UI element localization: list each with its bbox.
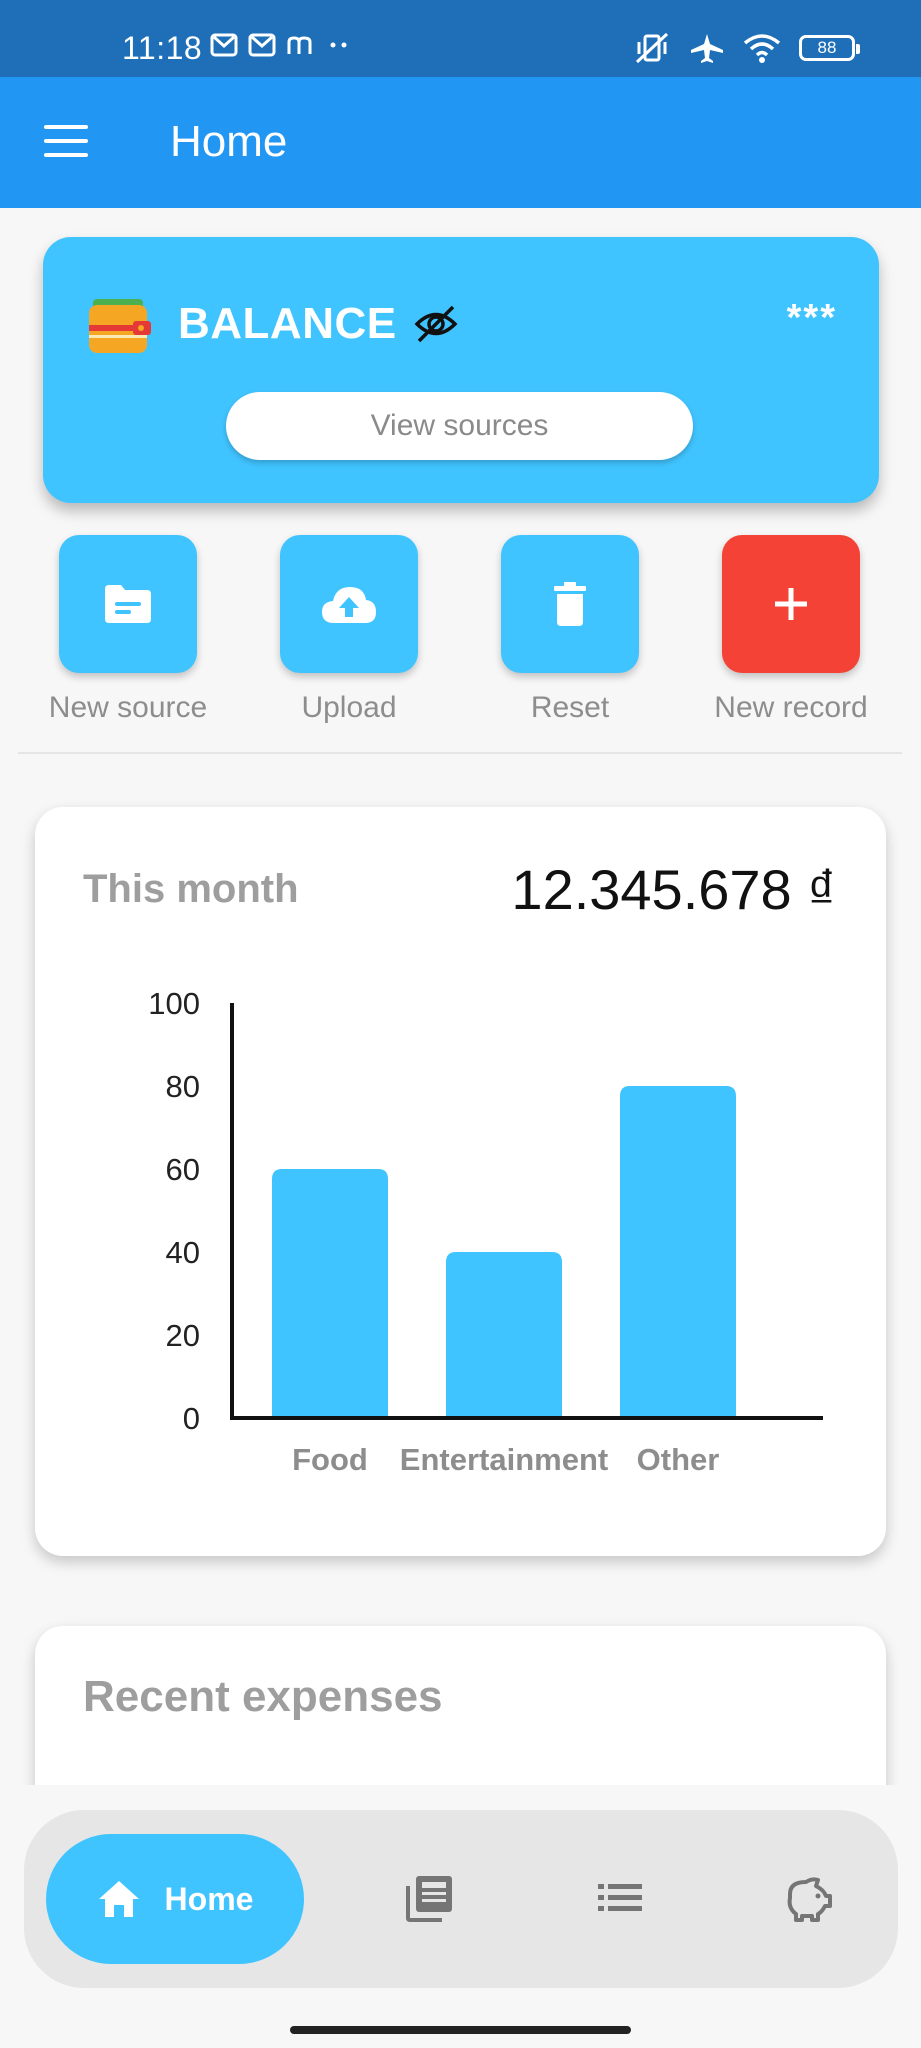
upload-label: Upload bbox=[301, 691, 397, 724]
status-right-icons: 88 bbox=[633, 32, 860, 64]
x-tick-label: Food bbox=[292, 1442, 368, 1477]
y-tick-label: 100 bbox=[148, 986, 200, 1021]
wifi-icon bbox=[743, 34, 781, 63]
trash-icon bbox=[554, 582, 586, 626]
new-record-label: New record bbox=[714, 691, 868, 724]
new-record-button[interactable]: New record bbox=[681, 535, 901, 725]
wallet-icon bbox=[89, 299, 151, 353]
status-bar: 11:18 88 bbox=[0, 0, 921, 77]
cloud-upload-icon bbox=[322, 587, 376, 623]
new-record-icon-button[interactable] bbox=[722, 535, 860, 673]
battery-icon: 88 bbox=[799, 35, 860, 61]
gesture-bar bbox=[290, 2026, 631, 2034]
new-source-button[interactable]: New source bbox=[18, 535, 238, 725]
nav-home[interactable]: Home bbox=[46, 1834, 304, 1964]
vibrate-off-icon bbox=[635, 32, 669, 64]
gmail-icon bbox=[248, 33, 276, 57]
y-tick-label: 40 bbox=[166, 1235, 200, 1270]
page-title: Home bbox=[170, 117, 288, 166]
list-icon[interactable] bbox=[594, 1872, 646, 1924]
reset-icon-button[interactable] bbox=[501, 535, 639, 673]
y-tick-label: 60 bbox=[166, 1152, 200, 1187]
reset-label: Reset bbox=[530, 691, 610, 724]
app-bar: Home bbox=[0, 77, 921, 208]
divider bbox=[18, 752, 902, 754]
bottom-nav: Home bbox=[24, 1810, 898, 1988]
upload-icon-button[interactable] bbox=[280, 535, 418, 673]
piggy-bank-icon[interactable] bbox=[782, 1872, 834, 1924]
upload-button[interactable]: Upload bbox=[239, 535, 459, 725]
x-tick-label: Entertainment bbox=[400, 1442, 608, 1477]
airplane-icon bbox=[691, 34, 723, 63]
balance-label: BALANCE bbox=[178, 299, 397, 348]
status-left-icons bbox=[210, 32, 352, 58]
x-tick-label: Other bbox=[637, 1442, 720, 1477]
eye-off-icon[interactable] bbox=[413, 303, 459, 345]
y-tick-label: 80 bbox=[166, 1069, 200, 1104]
news-icon[interactable] bbox=[404, 1872, 456, 1924]
nav-home-label: Home bbox=[164, 1880, 254, 1917]
balance-value: *** bbox=[786, 297, 837, 339]
balance-card: BALANCE *** View sources bbox=[43, 237, 879, 503]
monthly-chart-card: This month 12.345.678 ₫ 0 20 40 60 80 100 Food… bbox=[35, 807, 886, 1556]
recent-expenses-title: Recent expenses bbox=[83, 1672, 443, 1721]
bar-food bbox=[272, 1169, 388, 1418]
dots-icon bbox=[330, 42, 347, 48]
quick-actions: New source Upload Reset New record bbox=[0, 535, 921, 735]
hamburger-icon[interactable] bbox=[44, 125, 88, 159]
gmail-icon bbox=[210, 33, 238, 57]
bar-entertainment bbox=[446, 1252, 562, 1418]
reset-button[interactable]: Reset bbox=[460, 535, 680, 725]
bottom-area: Home bbox=[0, 1785, 921, 2048]
view-sources-button[interactable]: View sources bbox=[226, 392, 693, 460]
plus-icon bbox=[775, 588, 807, 620]
y-tick-label: 0 bbox=[183, 1401, 200, 1436]
bar-chart: 0 20 40 60 80 100 Food Entertainment Other bbox=[148, 986, 823, 1477]
bar-other bbox=[620, 1086, 736, 1418]
y-tick-label: 20 bbox=[166, 1318, 200, 1353]
home-icon bbox=[98, 1881, 139, 1917]
m-icon bbox=[287, 36, 312, 54]
status-time: 11:18 bbox=[122, 30, 203, 66]
folder-icon bbox=[105, 585, 151, 623]
new-source-label: New source bbox=[48, 691, 208, 724]
new-source-icon-button[interactable] bbox=[59, 535, 197, 673]
